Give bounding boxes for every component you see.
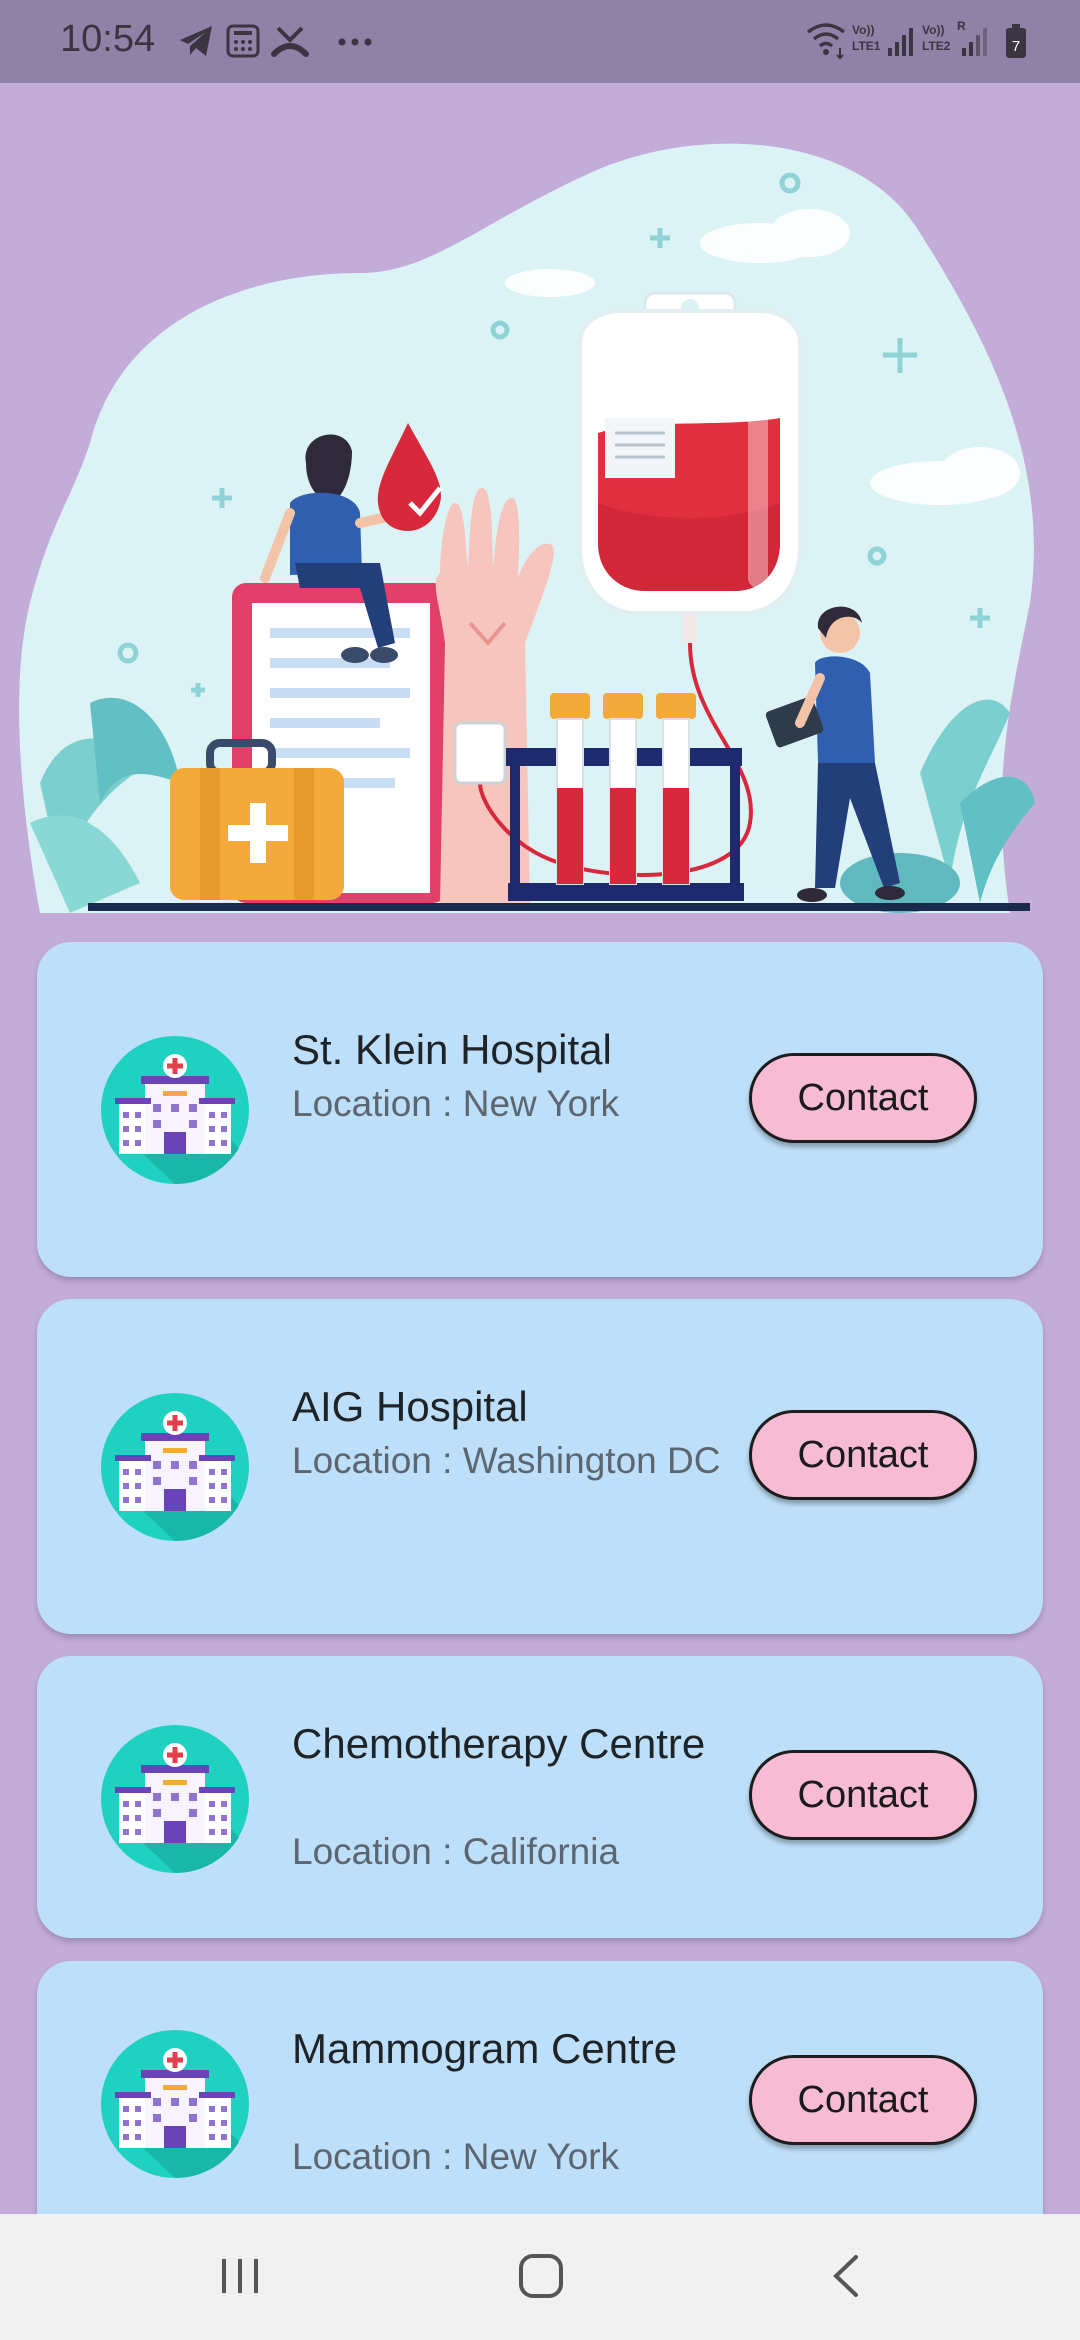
calculator-icon — [226, 24, 260, 58]
status-time: 10:54 — [60, 18, 156, 60]
blood-donation-illustration — [19, 143, 1035, 913]
telegram-icon — [180, 26, 212, 56]
battery-charging-icon: 7 — [1006, 24, 1026, 58]
hospital-location: Location : California — [292, 1831, 620, 1872]
more-dots-icon — [338, 38, 372, 46]
contact-button[interactable]: Contact — [749, 1053, 977, 1143]
back-icon[interactable] — [826, 2251, 866, 2301]
wifi-icon — [806, 23, 846, 60]
hospital-icon — [101, 1036, 249, 1184]
hospital-card: Chemotherapy Centre Location : Californi… — [37, 1656, 1043, 1938]
home-icon[interactable] — [516, 2251, 566, 2301]
contact-button[interactable]: Contact — [749, 2055, 977, 2145]
hospital-icon — [101, 2030, 249, 2178]
svg-text:Vo)): Vo)) — [852, 23, 874, 37]
contact-button[interactable]: Contact — [749, 1750, 977, 1840]
svg-text:R: R — [957, 19, 966, 33]
navigation-bar — [0, 2214, 1080, 2340]
hospital-card: St. Klein Hospital Location : New York C… — [37, 942, 1043, 1277]
contact-button[interactable]: Contact — [749, 1410, 977, 1500]
hospital-icon — [101, 1393, 249, 1541]
hospital-name: AIG Hospital — [292, 1383, 528, 1430]
hospital-location: Location : New York — [292, 1083, 620, 1124]
svg-text:7: 7 — [1012, 38, 1020, 55]
svg-text:Vo)): Vo)) — [922, 23, 944, 37]
hospital-name: St. Klein Hospital — [292, 1026, 612, 1073]
hospital-name: Mammogram Centre — [292, 2025, 678, 2072]
hospital-location: Location : New York — [292, 2136, 620, 2177]
svg-text:LTE2: LTE2 — [922, 39, 951, 53]
hospital-card: AIG Hospital Location : Washington DC Co… — [37, 1299, 1043, 1634]
hospital-name: Chemotherapy Centre — [292, 1720, 706, 1767]
status-left-icons — [180, 24, 372, 58]
lte1-signal-icon: Vo)) LTE1 — [852, 23, 913, 56]
missed-call-icon — [271, 26, 309, 57]
hospital-location: Location : Washington DC — [292, 1440, 721, 1481]
status-right-icons: Vo)) LTE1 Vo)) LTE2 R 7 — [806, 19, 1026, 60]
lte2-signal-icon: Vo)) LTE2 R — [922, 19, 987, 56]
svg-text:LTE1: LTE1 — [852, 39, 881, 53]
recent-apps-icon[interactable] — [218, 2251, 264, 2301]
hospital-icon — [101, 1725, 249, 1873]
status-bar: 10:54 Vo)) LTE1 Vo)) LTE2 R 7 — [0, 0, 1080, 83]
